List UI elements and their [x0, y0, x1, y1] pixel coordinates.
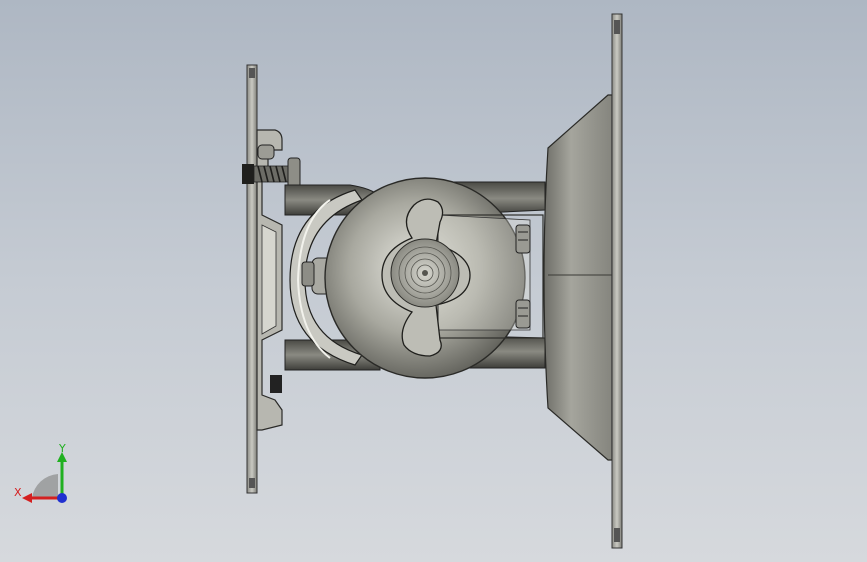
triad-plane-icon [32, 474, 58, 498]
left-wall-plate[interactable] [246, 64, 258, 494]
orientation-triad: Y X [14, 442, 67, 503]
z-axis-dot-icon [57, 493, 67, 503]
x-axis-arrow-icon [22, 493, 32, 503]
x-axis-label: X [14, 486, 22, 499]
cone-mount[interactable] [543, 94, 613, 461]
cad-model-view[interactable] [0, 0, 867, 562]
right-wall-plate[interactable] [611, 13, 623, 549]
y-axis-label: Y [58, 442, 66, 455]
graphics-viewport[interactable]: Y X [0, 0, 867, 562]
